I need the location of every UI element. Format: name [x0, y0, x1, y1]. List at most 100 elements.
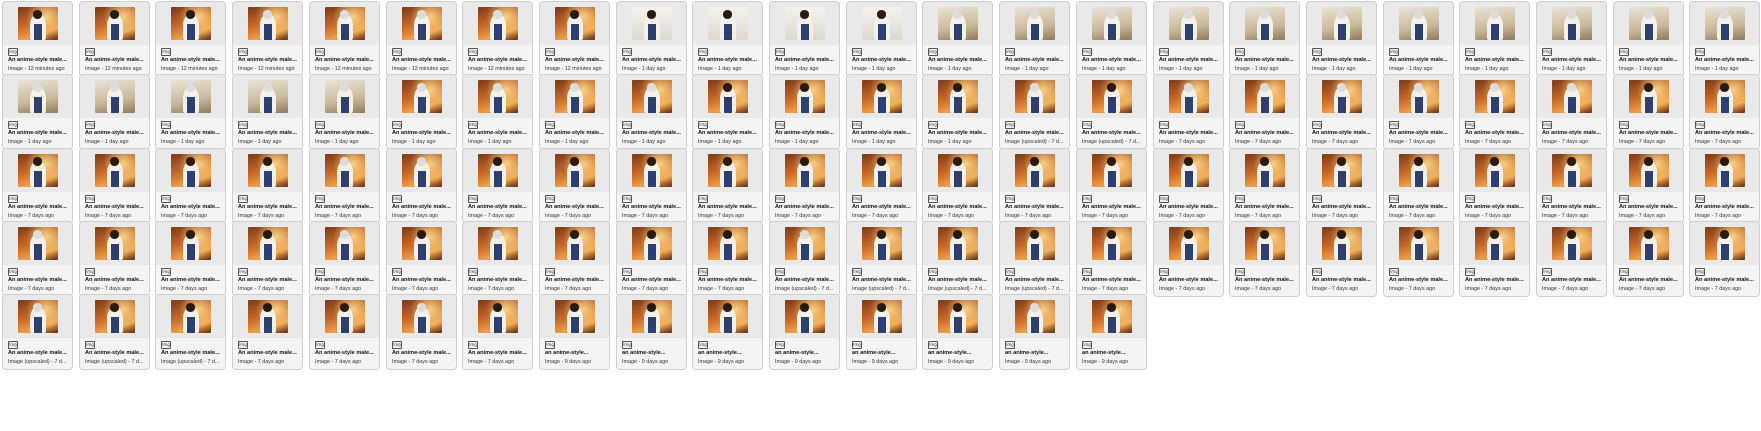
image-thumbnail[interactable]	[1704, 154, 1745, 187]
gallery-tile[interactable]: Img An anime-style male... Image (upscaled…	[922, 221, 993, 297]
image-thumbnail[interactable]	[937, 300, 978, 333]
image-thumbnail[interactable]	[1474, 80, 1515, 113]
image-thumbnail[interactable]	[1091, 227, 1132, 260]
gallery-tile[interactable]: Img An anime-style male... Image - 7 days …	[79, 148, 150, 224]
gallery-tile[interactable]: Img An anime-style male... Image - 7 days …	[539, 221, 610, 297]
gallery-tile[interactable]: Img An anime-style male... Image - 7 days …	[2, 148, 73, 224]
image-thumbnail[interactable]	[324, 154, 365, 187]
gallery-tile[interactable]: Img An anime-style male... Image - 1 day a…	[769, 74, 840, 150]
gallery-tile[interactable]: Img An anime-style male... Image - 7 days …	[616, 148, 687, 224]
image-thumbnail[interactable]	[1628, 154, 1669, 187]
image-thumbnail[interactable]	[17, 7, 58, 40]
gallery-tile[interactable]: Img An anime-style male... Image - 1 day a…	[1613, 1, 1684, 77]
gallery-tile[interactable]: Img An anime-style male... Image - 7 days …	[386, 294, 457, 370]
gallery-tile[interactable]: Img An anime-style male... Image - 1 day a…	[462, 74, 533, 150]
image-thumbnail[interactable]	[1014, 227, 1055, 260]
gallery-tile[interactable]: Img An anime-style male... Image - 7 days …	[1536, 74, 1607, 150]
image-thumbnail[interactable]	[1551, 227, 1592, 260]
image-thumbnail[interactable]	[1321, 7, 1362, 40]
image-thumbnail[interactable]	[247, 300, 288, 333]
gallery-tile[interactable]: Img An anime-style male... Image - 7 days …	[386, 221, 457, 297]
image-thumbnail[interactable]	[17, 300, 58, 333]
gallery-tile[interactable]: Img An anime-style male... Image - 7 days …	[462, 294, 533, 370]
image-thumbnail[interactable]	[861, 227, 902, 260]
gallery-tile[interactable]: Img An anime-style male... Image - 1 day a…	[79, 74, 150, 150]
gallery-tile[interactable]: Img An anime-style male... Image - 1 day a…	[1383, 1, 1454, 77]
image-thumbnail[interactable]	[324, 227, 365, 260]
image-thumbnail[interactable]	[477, 227, 518, 260]
gallery-tile[interactable]: Img An anime-style male... Image - 1 day a…	[692, 74, 763, 150]
image-thumbnail[interactable]	[554, 7, 595, 40]
image-thumbnail[interactable]	[94, 300, 135, 333]
gallery-tile[interactable]: Img An anime-style male... Image - 7 days …	[1459, 74, 1530, 150]
image-thumbnail[interactable]	[631, 80, 672, 113]
image-thumbnail[interactable]	[1474, 154, 1515, 187]
gallery-tile[interactable]: Img An anime-style male... Image - 7 days …	[309, 148, 380, 224]
image-thumbnail[interactable]	[1168, 7, 1209, 40]
gallery-tile[interactable]: Img An anime-style male... Image (upscaled…	[2, 294, 73, 370]
gallery-tile[interactable]: Img An anime-style male... Image - 1 day a…	[846, 1, 917, 77]
image-thumbnail[interactable]	[324, 80, 365, 113]
image-thumbnail[interactable]	[94, 154, 135, 187]
gallery-tile[interactable]: Img An anime-style male... Image - 7 days …	[1229, 74, 1300, 150]
gallery-tile[interactable]: Img An anime-style male... Image - 1 day a…	[1306, 1, 1377, 77]
image-thumbnail[interactable]	[170, 227, 211, 260]
gallery-tile[interactable]: Img An anime-style male... Image - 7 days …	[922, 148, 993, 224]
image-thumbnail[interactable]	[1398, 7, 1439, 40]
image-thumbnail[interactable]	[861, 154, 902, 187]
image-thumbnail[interactable]	[784, 227, 825, 260]
image-thumbnail[interactable]	[247, 7, 288, 40]
image-thumbnail[interactable]	[1704, 7, 1745, 40]
gallery-tile[interactable]: Img An anime-style male... Image (upscaled…	[769, 221, 840, 297]
gallery-tile[interactable]: Img An anime-style male... Image - 7 days …	[1383, 74, 1454, 150]
gallery-tile[interactable]: Img An anime-style male... Image - 1 day a…	[1076, 1, 1147, 77]
image-thumbnail[interactable]	[554, 80, 595, 113]
image-thumbnail[interactable]	[937, 154, 978, 187]
gallery-tile[interactable]: Img An anime-style male... Image - 1 day a…	[769, 1, 840, 77]
gallery-tile[interactable]: Img An anime-style male... Image - 1 day a…	[539, 74, 610, 150]
gallery-tile[interactable]: Img An anime-style male... Image - 7 days …	[1536, 221, 1607, 297]
gallery-tile[interactable]: Img An anime-style male... Image - 7 days …	[1383, 148, 1454, 224]
image-thumbnail[interactable]	[1014, 300, 1055, 333]
gallery-tile[interactable]: Img An anime-style male... Image - 7 days …	[1076, 148, 1147, 224]
image-thumbnail[interactable]	[401, 227, 442, 260]
gallery-tile[interactable]: Img An anime-style male... Image - 1 day a…	[232, 74, 303, 150]
image-thumbnail[interactable]	[401, 80, 442, 113]
gallery-tile[interactable]: Img An anime-style male... Image - 7 days …	[692, 148, 763, 224]
gallery-tile[interactable]: Img An anime-style male... Image - 1 day a…	[1536, 1, 1607, 77]
image-thumbnail[interactable]	[247, 80, 288, 113]
image-thumbnail[interactable]	[1244, 80, 1285, 113]
gallery-tile[interactable]: Img An anime-style male... Image - 1 day a…	[922, 74, 993, 150]
image-thumbnail[interactable]	[94, 7, 135, 40]
gallery-tile[interactable]: Img An anime-style male... Image - 7 days …	[232, 294, 303, 370]
gallery-tile[interactable]: Img An anime-style male... Image - 7 days …	[539, 148, 610, 224]
gallery-tile[interactable]: Img An anime-style male... Image - 7 days …	[616, 221, 687, 297]
image-thumbnail[interactable]	[477, 7, 518, 40]
image-thumbnail[interactable]	[1014, 7, 1055, 40]
gallery-tile[interactable]: Img an anime-style... Image - 9 days ago	[922, 294, 993, 370]
image-thumbnail[interactable]	[1014, 154, 1055, 187]
gallery-tile[interactable]: Img An anime-style male... Image - 7 days …	[1153, 221, 1224, 297]
gallery-tile[interactable]: Img An anime-style male... Image - 1 day a…	[616, 1, 687, 77]
image-thumbnail[interactable]	[1551, 7, 1592, 40]
gallery-tile[interactable]: Img An anime-style male... Image - 7 days …	[692, 221, 763, 297]
image-thumbnail[interactable]	[707, 80, 748, 113]
image-thumbnail[interactable]	[170, 154, 211, 187]
image-thumbnail[interactable]	[861, 80, 902, 113]
image-thumbnail[interactable]	[1091, 7, 1132, 40]
gallery-tile[interactable]: Img An anime-style male... Image - 1 day a…	[1459, 1, 1530, 77]
gallery-tile[interactable]: Img an anime-style... Image - 9 days ago	[616, 294, 687, 370]
gallery-tile[interactable]: Img An anime-style male... Image - 7 days …	[155, 221, 226, 297]
gallery-tile[interactable]: Img An anime-style male... Image - 7 days …	[999, 148, 1070, 224]
image-thumbnail[interactable]	[324, 7, 365, 40]
gallery-tile[interactable]: Img An anime-style male... Image - 1 day a…	[309, 74, 380, 150]
gallery-tile[interactable]: Img An anime-style male... Image - 1 day a…	[2, 74, 73, 150]
gallery-tile[interactable]: Img an anime-style... Image - 9 days ago	[539, 294, 610, 370]
image-thumbnail[interactable]	[631, 227, 672, 260]
gallery-tile[interactable]: Img An anime-style male... Image - 12 minu…	[309, 1, 380, 77]
image-thumbnail[interactable]	[554, 300, 595, 333]
image-thumbnail[interactable]	[1321, 80, 1362, 113]
image-thumbnail[interactable]	[1091, 300, 1132, 333]
gallery-tile[interactable]: Img an anime-style... Image - 9 days ago	[1076, 294, 1147, 370]
image-thumbnail[interactable]	[1551, 154, 1592, 187]
